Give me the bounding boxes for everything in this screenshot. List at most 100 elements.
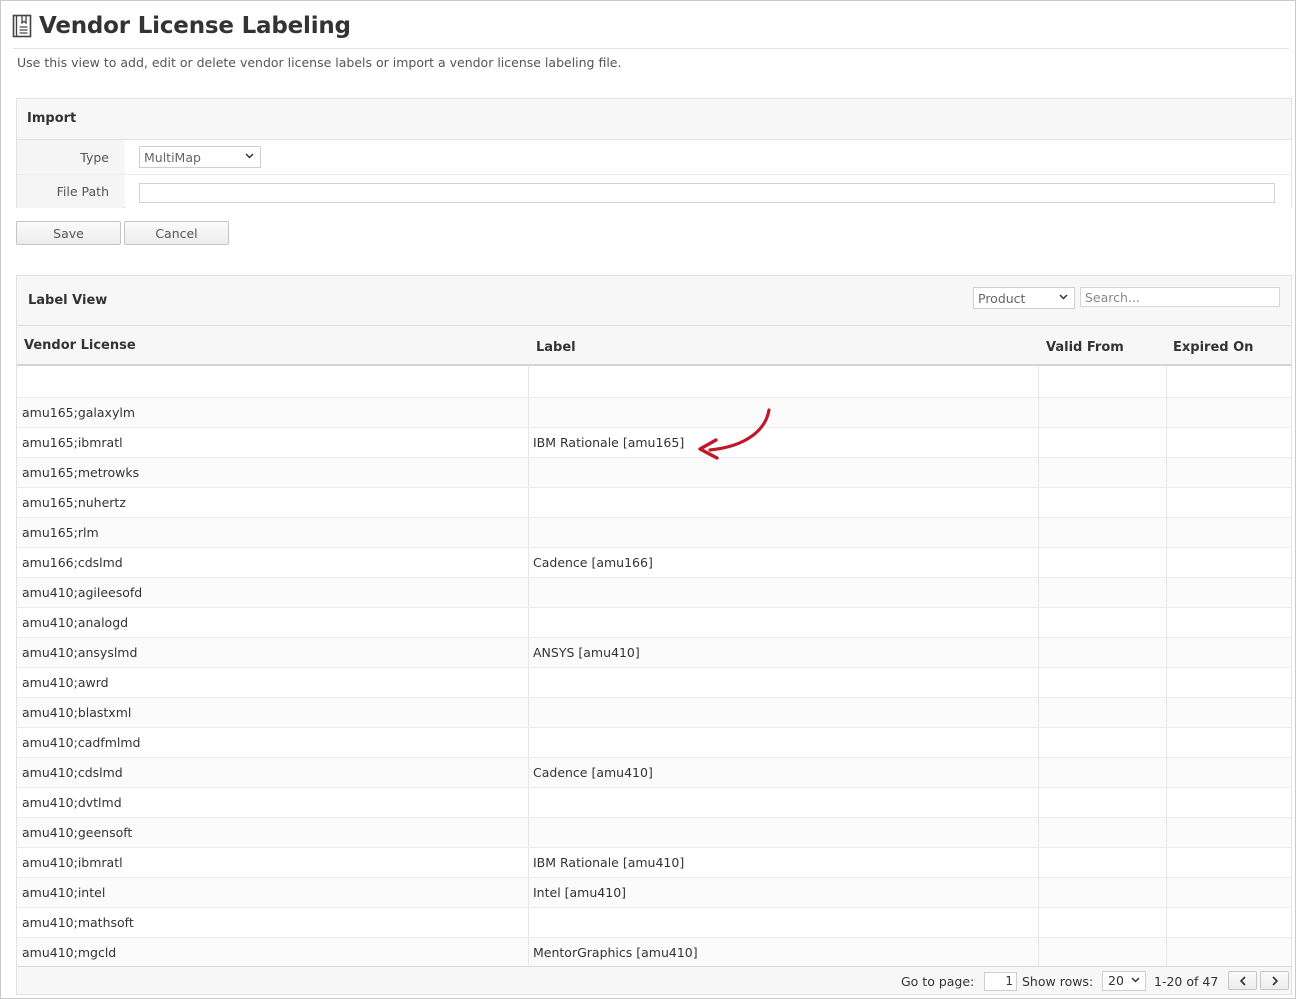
cell-label[interactable] [528,908,1038,937]
cell-vendor-license[interactable]: amu410;mathsoft [17,908,528,937]
cell-valid-from[interactable] [1038,608,1166,637]
cell-valid-from[interactable] [1038,366,1166,397]
column-header-vendor-license[interactable]: Vendor License [24,338,136,353]
cell-vendor-license[interactable]: amu165;metrowks [17,458,528,487]
cell-label[interactable] [528,608,1038,637]
cell-label[interactable] [528,398,1038,427]
table-row[interactable]: amu410;intel Intel [amu410] [17,878,1291,908]
table-row[interactable]: amu165;rlm [17,518,1291,548]
cell-label[interactable] [528,366,1038,397]
cell-vendor-license[interactable]: amu165;galaxylm [17,398,528,427]
cell-expired-on[interactable] [1166,668,1291,697]
cell-label[interactable] [528,488,1038,517]
cell-label[interactable] [528,728,1038,757]
cell-expired-on[interactable] [1166,398,1291,427]
cell-vendor-license[interactable]: amu165;rlm [17,518,528,547]
cell-vendor-license[interactable]: amu165;ibmratl [17,428,528,457]
cell-expired-on[interactable] [1166,878,1291,907]
table-row[interactable]: amu410;agileesofd [17,578,1291,608]
cell-expired-on[interactable] [1166,908,1291,937]
cell-valid-from[interactable] [1038,458,1166,487]
next-page-button[interactable] [1260,971,1289,990]
table-row[interactable]: amu166;cdslmd Cadence [amu166] [17,548,1291,578]
cell-label[interactable] [528,668,1038,697]
table-row[interactable]: amu410;ansyslmd ANSYS [amu410] [17,638,1291,668]
search-input[interactable]: Search... [1080,287,1280,307]
cell-label[interactable]: ANSYS [amu410] [528,638,1038,667]
table-row[interactable]: amu410;mathsoft [17,908,1291,938]
cell-label[interactable] [528,698,1038,727]
cell-label[interactable] [528,578,1038,607]
cell-label[interactable] [528,518,1038,547]
cell-vendor-license[interactable]: amu410;geensoft [17,818,528,847]
cell-valid-from[interactable] [1038,428,1166,457]
cell-vendor-license[interactable]: amu165;nuhertz [17,488,528,517]
table-row[interactable]: amu410;awrd [17,668,1291,698]
table-row[interactable]: amu410;analogd [17,608,1291,638]
cell-valid-from[interactable] [1038,788,1166,817]
column-header-label[interactable]: Label [536,340,576,355]
table-row[interactable]: amu410;cdslmd Cadence [amu410] [17,758,1291,788]
cell-valid-from[interactable] [1038,488,1166,517]
cell-vendor-license[interactable]: amu410;blastxml [17,698,528,727]
cell-vendor-license[interactable]: amu410;agileesofd [17,578,528,607]
cell-label[interactable] [528,788,1038,817]
table-row[interactable]: amu410;ibmratl IBM Rationale [amu410] [17,848,1291,878]
cell-valid-from[interactable] [1038,578,1166,607]
cell-vendor-license[interactable]: amu410;awrd [17,668,528,697]
cell-expired-on[interactable] [1166,698,1291,727]
cell-valid-from[interactable] [1038,548,1166,577]
table-row[interactable]: amu410;mgcld MentorGraphics [amu410] [17,938,1291,968]
cell-vendor-license[interactable]: amu410;ibmratl [17,848,528,877]
save-button[interactable]: Save [16,221,121,245]
cell-expired-on[interactable] [1166,578,1291,607]
cell-label[interactable]: MentorGraphics [amu410] [528,938,1038,967]
cell-expired-on[interactable] [1166,366,1291,397]
cell-expired-on[interactable] [1166,818,1291,847]
table-row[interactable]: amu165;ibmratl IBM Rationale [amu165] [17,428,1291,458]
column-header-valid-from[interactable]: Valid From [1046,340,1124,355]
previous-page-button[interactable] [1228,971,1257,990]
cell-valid-from[interactable] [1038,908,1166,937]
cell-expired-on[interactable] [1166,428,1291,457]
cell-label[interactable]: IBM Rationale [amu165] [528,428,1038,457]
cell-expired-on[interactable] [1166,788,1291,817]
cell-expired-on[interactable] [1166,548,1291,577]
cell-valid-from[interactable] [1038,758,1166,787]
column-header-expired-on[interactable]: Expired On [1173,340,1253,355]
cell-label[interactable]: Intel [amu410] [528,878,1038,907]
cell-expired-on[interactable] [1166,638,1291,667]
type-select[interactable]: MultiMap [139,146,261,168]
cell-expired-on[interactable] [1166,488,1291,517]
cell-expired-on[interactable] [1166,518,1291,547]
cell-valid-from[interactable] [1038,818,1166,847]
table-row[interactable]: amu165;metrowks [17,458,1291,488]
cell-expired-on[interactable] [1166,938,1291,967]
cell-label[interactable]: IBM Rationale [amu410] [528,848,1038,877]
goto-page-input[interactable]: 1 [984,972,1017,991]
cell-valid-from[interactable] [1038,878,1166,907]
file-path-input[interactable] [139,183,1275,203]
table-row[interactable]: amu410;geensoft [17,818,1291,848]
cell-vendor-license[interactable]: amu166;cdslmd [17,548,528,577]
table-row[interactable]: amu410;cadfmlmd [17,728,1291,758]
cell-vendor-license[interactable] [17,366,528,397]
filter-select[interactable]: Product [973,287,1075,309]
cell-valid-from[interactable] [1038,728,1166,757]
cell-vendor-license[interactable]: amu410;analogd [17,608,528,637]
cell-label[interactable]: Cadence [amu166] [528,548,1038,577]
cell-vendor-license[interactable]: amu410;ansyslmd [17,638,528,667]
cell-vendor-license[interactable]: amu410;dvtlmd [17,788,528,817]
cell-valid-from[interactable] [1038,848,1166,877]
cell-valid-from[interactable] [1038,638,1166,667]
cell-vendor-license[interactable]: amu410;mgcld [17,938,528,967]
table-row[interactable]: amu410;blastxml [17,698,1291,728]
cell-expired-on[interactable] [1166,458,1291,487]
cell-label[interactable]: Cadence [amu410] [528,758,1038,787]
cell-label[interactable] [528,818,1038,847]
table-row[interactable]: amu165;galaxylm [17,398,1291,428]
cell-valid-from[interactable] [1038,518,1166,547]
cell-valid-from[interactable] [1038,668,1166,697]
cell-vendor-license[interactable]: amu410;cdslmd [17,758,528,787]
cell-valid-from[interactable] [1038,698,1166,727]
